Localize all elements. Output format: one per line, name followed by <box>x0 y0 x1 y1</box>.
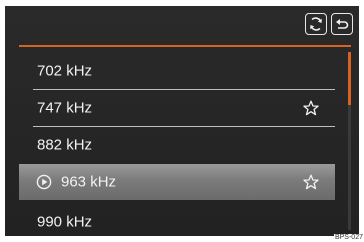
station-frequency-label: 747 kHz <box>37 99 93 117</box>
screenshot-frame: 702 kHz 747 kHz 882 kHz 963 kHz 990 kHz … <box>0 0 364 242</box>
station-frequency-label: 882 kHz <box>37 136 93 154</box>
station-list: 702 kHz 747 kHz 882 kHz 963 kHz 990 kHz <box>19 47 335 236</box>
radio-station-list-screen: 702 kHz 747 kHz 882 kHz 963 kHz 990 kHz <box>5 6 359 236</box>
station-row-747[interactable]: 747 kHz <box>19 90 335 126</box>
station-frequency-label: 963 kHz <box>61 173 117 191</box>
top-bar <box>5 6 359 46</box>
station-frequency-label: 702 kHz <box>37 62 93 80</box>
favorite-star-icon[interactable] <box>303 100 319 116</box>
station-frequency-label: 990 kHz <box>37 213 93 231</box>
back-icon <box>336 19 349 29</box>
station-row-990[interactable]: 990 kHz <box>19 204 335 236</box>
play-icon <box>36 174 52 190</box>
station-row-963-selected[interactable]: 963 kHz <box>19 164 335 200</box>
station-row-882[interactable]: 882 kHz <box>19 127 335 163</box>
favorite-star-icon[interactable] <box>303 174 319 190</box>
station-row-702[interactable]: 702 kHz <box>19 53 335 89</box>
refresh-icon <box>310 17 322 31</box>
back-button[interactable] <box>331 13 353 35</box>
scrollbar-thumb[interactable] <box>348 52 351 105</box>
refresh-button[interactable] <box>305 13 327 35</box>
image-code-label: BPS-027 <box>333 234 364 242</box>
list-scrollbar[interactable] <box>348 52 351 230</box>
